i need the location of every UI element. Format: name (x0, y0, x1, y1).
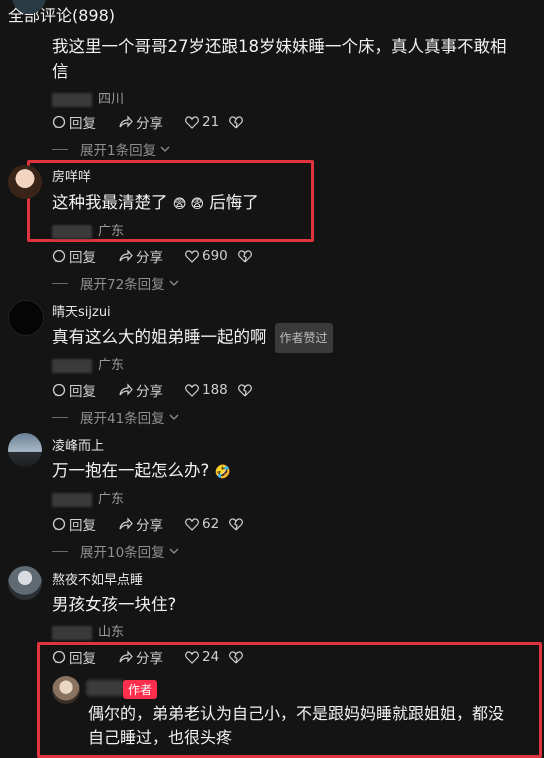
broken-heart-icon (237, 383, 252, 396)
share-button[interactable]: 分享 (118, 514, 163, 534)
author-avatar[interactable] (52, 676, 80, 704)
comment-text: 男孩女孩一块住? (52, 595, 177, 614)
reply-button[interactable]: 回复 (52, 246, 96, 266)
comment-location: 广东 (52, 488, 124, 507)
heart-icon (185, 115, 199, 129)
comment-text: 万一抱在一起怎么办? 🤣 (52, 461, 231, 480)
comment-actions: 回复 分享 690 (52, 246, 277, 266)
comment-username[interactable]: 房咩咩 (52, 166, 91, 185)
blurred-date (52, 224, 92, 239)
share-button[interactable]: 分享 (118, 112, 163, 132)
avatar[interactable] (8, 300, 44, 336)
like-button[interactable]: 188 (185, 382, 228, 398)
reply-icon (52, 650, 66, 664)
share-icon (119, 383, 133, 396)
author-reply-text-cont: 自己睡过，也很头疼 (88, 728, 233, 747)
dislike-button[interactable] (229, 517, 246, 531)
reply-icon (52, 115, 66, 129)
comment-username[interactable]: 晴天sijzui (52, 301, 111, 320)
share-button[interactable]: 分享 (118, 647, 163, 667)
like-button[interactable]: 62 (185, 516, 219, 532)
emoji: 🤣 (214, 465, 231, 480)
chevron-down-icon (169, 548, 179, 554)
share-button[interactable]: 分享 (118, 380, 163, 400)
reply-button[interactable]: 回复 (52, 647, 96, 667)
like-button[interactable]: 690 (185, 248, 228, 264)
expand-replies-button[interactable]: 展开10条回复 (52, 541, 179, 561)
dislike-button[interactable] (229, 650, 246, 664)
like-button[interactable]: 21 (185, 114, 219, 130)
comment-text: 真有这么大的姐弟睡一起的啊 作者赞过 (52, 323, 333, 353)
share-icon (119, 249, 133, 262)
heart-icon (185, 249, 199, 263)
comment-location: 广东 (52, 354, 124, 373)
reply-button[interactable]: 回复 (52, 514, 96, 534)
author-liked-badge: 作者赞过 (274, 323, 333, 353)
comment-location: 山东 (52, 621, 124, 640)
broken-heart-icon (229, 517, 244, 530)
comment-actions: 回复 分享 21 (52, 112, 268, 132)
chevron-down-icon (169, 280, 179, 286)
dislike-button[interactable] (229, 115, 246, 129)
comment-location: 广东 (52, 220, 124, 239)
reply-icon (52, 249, 66, 263)
expand-replies-button[interactable]: 展开1条回复 (52, 139, 170, 159)
like-button[interactable]: 24 (185, 649, 219, 665)
dislike-button[interactable] (237, 383, 255, 397)
comment-actions: 回复 分享 188 (52, 380, 277, 400)
share-icon (119, 115, 133, 128)
comment-text: 这种我最清楚了 😨 😨 后悔了 (52, 193, 259, 212)
blurred-date (52, 492, 92, 507)
reply-icon (52, 517, 66, 531)
comment-actions: 回复 分享 62 (52, 514, 268, 534)
author-username-redacted (86, 680, 124, 696)
blurred-date (52, 358, 92, 373)
heart-icon (185, 383, 199, 397)
share-icon (119, 650, 133, 663)
share-button[interactable]: 分享 (118, 246, 163, 266)
avatar[interactable] (8, 566, 42, 600)
blurred-date (52, 92, 92, 107)
reply-icon (52, 383, 66, 397)
expand-replies-button[interactable]: 展开72条回复 (52, 273, 179, 293)
share-icon (119, 517, 133, 530)
emoji: 😨 😨 (172, 197, 204, 212)
reply-button[interactable]: 回复 (52, 112, 96, 132)
comment-text-cont: 信 (52, 62, 69, 81)
broken-heart-icon (237, 249, 252, 262)
comment-actions: 回复 分享 24 (52, 647, 268, 667)
avatar[interactable] (8, 165, 42, 199)
blurred-date (52, 625, 92, 640)
comment-username[interactable]: 凌峰而上 (52, 435, 104, 454)
heart-icon (185, 517, 199, 531)
chevron-down-icon (169, 414, 179, 420)
broken-heart-icon (229, 115, 244, 128)
chevron-down-icon (160, 146, 170, 152)
dislike-button[interactable] (237, 249, 255, 263)
broken-heart-icon (229, 650, 244, 663)
heart-icon (185, 650, 199, 664)
author-badge: 作者 (123, 680, 158, 699)
reply-button[interactable]: 回复 (52, 380, 96, 400)
comment-text: 我这里一个哥哥27岁还跟18岁妹妹睡一个床，真人真事不敢相 (52, 37, 507, 56)
avatar[interactable] (8, 433, 42, 467)
comment-username[interactable]: 熬夜不如早点睡 (52, 569, 143, 588)
expand-replies-button[interactable]: 展开41条回复 (52, 407, 179, 427)
comment-location: 四川 (52, 88, 124, 107)
